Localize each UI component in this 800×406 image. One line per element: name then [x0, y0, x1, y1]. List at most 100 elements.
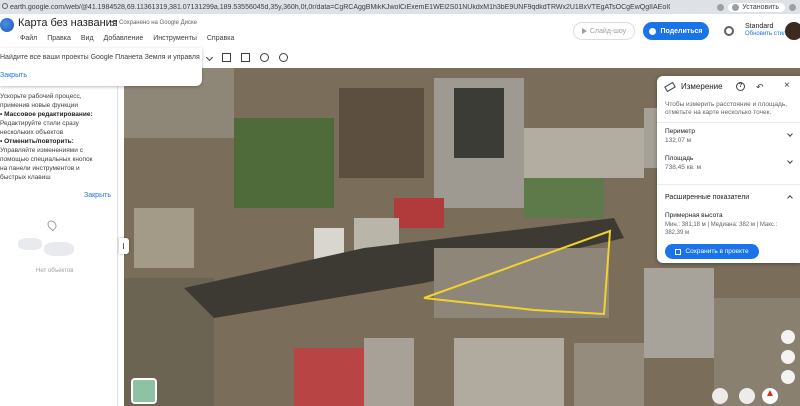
minimap-thumbnail[interactable] [131, 378, 157, 404]
measure-title: Измерение [681, 82, 723, 91]
menu-bar: Файл Правка Вид Добавление Инструменты С… [20, 35, 234, 42]
menu-view[interactable]: Вид [81, 35, 94, 42]
project-title[interactable]: Карта без названия [18, 17, 118, 29]
measure-panel: Измерение ? ↶ × Чтобы измерить расстояни… [657, 76, 800, 263]
roof [454, 338, 564, 406]
sidebar-collapse-handle[interactable] [119, 238, 129, 254]
share-button[interactable]: Поделиться [643, 22, 709, 40]
save-to-project-button[interactable]: Сохранить в проекте [665, 244, 759, 259]
whats-new-heading: • Отменить/повторить: [0, 138, 74, 145]
measure-hint: Чтобы измерить расстояние и площадь, отм… [665, 101, 787, 116]
whats-new-close-link[interactable]: Закрыть [84, 192, 111, 199]
zoom-in-icon[interactable] [781, 330, 795, 344]
whats-new-line: помощью специальных кнопок [0, 156, 93, 163]
tilt-icon[interactable] [781, 370, 795, 384]
gear-icon[interactable] [724, 26, 734, 36]
measured-roof [434, 248, 609, 318]
whats-new-line: Ускорьте рабочий процесс, [0, 93, 82, 100]
install-app-button[interactable]: Установить [728, 2, 785, 12]
save-status: Сохранено на Google Диске [110, 20, 197, 26]
red-roof [294, 348, 364, 406]
url-text[interactable]: earth.google.com/web/@41.1984528,69.1136… [10, 4, 670, 11]
extensions-icon[interactable] [789, 3, 796, 11]
save-status-text: Сохранено на Google Диске [119, 20, 198, 26]
whats-new-line: применив новые функции [0, 102, 79, 109]
roof [574, 343, 644, 406]
street-view-icon[interactable] [712, 388, 728, 404]
garden [234, 118, 334, 208]
whats-new-heading: • Массовое редактирование: [0, 111, 93, 118]
measure-tool-icon[interactable] [260, 52, 269, 62]
whats-new-line: нескольких объектов [0, 129, 64, 136]
chevron-up-icon[interactable] [787, 195, 793, 201]
zoom-out-icon[interactable] [781, 350, 795, 364]
compass-icon[interactable] [762, 388, 778, 404]
slideshow-label: Слайд-шоу [589, 27, 627, 35]
undo-icon[interactable]: ↶ [756, 82, 764, 93]
satellite-icon[interactable] [279, 52, 288, 62]
perimeter-label: Периметр [665, 128, 695, 135]
share-label: Поделиться [660, 27, 703, 35]
map-style-label: Standard [745, 23, 774, 30]
roof [364, 338, 414, 406]
whats-new-card: Ускорьте рабочий процесс, применив новые… [0, 92, 114, 182]
my-location-icon[interactable] [739, 388, 755, 404]
whats-new-line: Редактируйте стили сразу [0, 120, 79, 127]
menu-file[interactable]: Файл [20, 35, 37, 42]
add-person-icon [649, 27, 657, 35]
install-icon [732, 3, 740, 11]
avatar[interactable] [785, 22, 800, 40]
fullscreen-icon[interactable] [241, 52, 250, 62]
empty-blob-shape [44, 242, 74, 256]
map-pin-icon [45, 218, 59, 232]
cloud-saved-icon [110, 20, 117, 26]
site-info-icon[interactable] [2, 3, 8, 9]
measure-panel-header: Измерение ? ↶ × [657, 76, 800, 98]
perimeter-value: 132,07 м [665, 137, 692, 144]
install-label: Установить [742, 3, 779, 11]
menu-help[interactable]: Справка [207, 35, 234, 42]
advanced-metrics-toggle[interactable]: Расширенные показатели [665, 194, 749, 201]
roof [134, 208, 194, 268]
divider [657, 184, 800, 185]
roof [524, 128, 644, 178]
area-value: 738,45 кв. м [665, 164, 702, 171]
close-icon[interactable]: × [784, 80, 790, 91]
red-roof [394, 198, 444, 228]
menu-tools[interactable]: Инструменты [153, 35, 197, 42]
whats-new-line: Управляйте изменениями с [0, 147, 83, 154]
roof [454, 88, 504, 158]
help-icon[interactable]: ? [736, 82, 745, 91]
google-earth-logo-icon[interactable] [0, 18, 14, 32]
chevron-down-icon[interactable] [205, 53, 214, 61]
empty-state-caption: Нет объектов [36, 268, 74, 274]
roof [644, 268, 714, 358]
whats-new-line: на панели инструментов и [0, 165, 80, 172]
empty-blob-shape [18, 238, 42, 250]
browser-actions: Установить [717, 0, 800, 14]
save-icon [675, 248, 682, 255]
roof [339, 88, 424, 178]
play-icon [581, 28, 587, 34]
browser-url-bar[interactable]: earth.google.com/web/@41.1984528,69.1136… [0, 0, 800, 14]
garden [524, 178, 604, 218]
app-header: Карта без названия Сохранено на Google Д… [0, 14, 800, 48]
update-style-link[interactable]: Обновить стиль [745, 31, 790, 37]
projects-notice-text: Найдите все ваши проекты Google Планета … [0, 54, 200, 61]
projects-notice: Найдите все ваши проекты Google Планета … [0, 48, 202, 86]
perimeter-units-chevron-down-icon[interactable] [787, 131, 793, 137]
divider [657, 122, 800, 123]
slideshow-button[interactable]: Слайд-шоу [573, 22, 635, 40]
bookmark-star-icon[interactable] [717, 3, 725, 11]
image-icon[interactable] [222, 52, 231, 62]
save-to-project-label: Сохранить в проекте [685, 248, 749, 255]
area-units-chevron-down-icon[interactable] [787, 158, 793, 164]
empty-state-illustration: Нет объектов [14, 218, 84, 278]
menu-insert[interactable]: Добавление [104, 35, 144, 42]
projects-notice-close-link[interactable]: Закрыть [0, 72, 27, 79]
altitude-value: Мин.: 381,18 м | Медиана: 382 м | Макс.:… [665, 222, 778, 236]
whats-new-line: быстрых клавиш [0, 174, 51, 181]
altitude-label: Примерная высота [665, 212, 723, 219]
projects-sidebar: Ускорьте рабочий процесс, применив новые… [0, 86, 118, 406]
menu-edit[interactable]: Правка [47, 35, 71, 42]
